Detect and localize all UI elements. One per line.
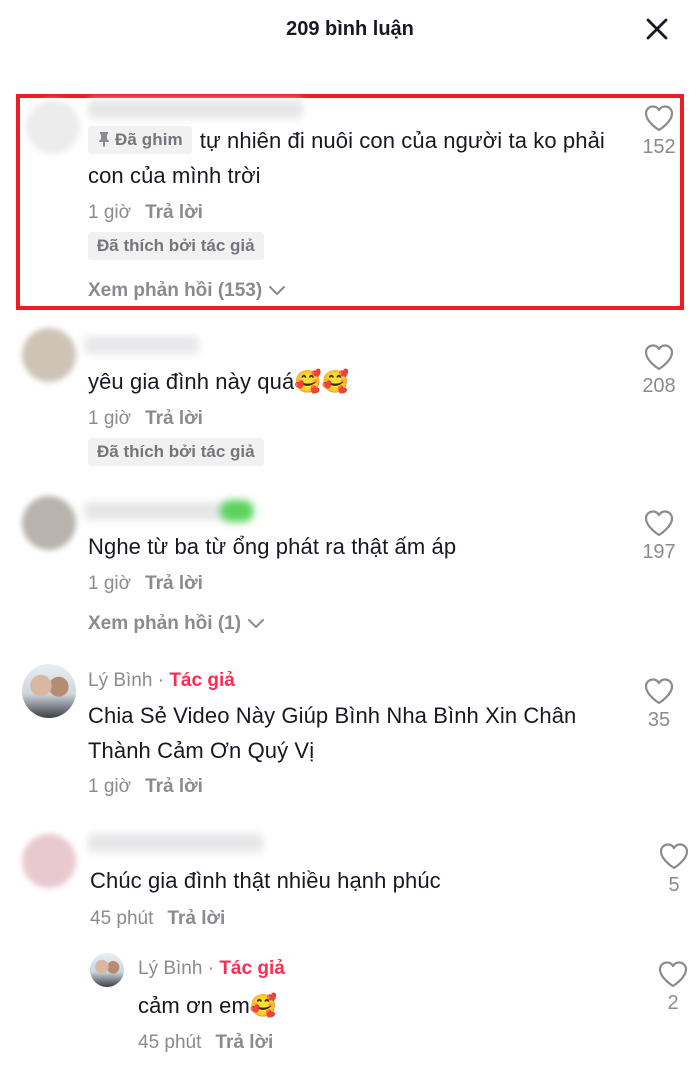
like-button[interactable]: 197 <box>635 509 683 564</box>
username-blurred[interactable] <box>88 834 263 852</box>
comment-time: 1 giờ <box>88 408 132 429</box>
like-button[interactable]: 2 <box>649 960 697 1015</box>
reply-button[interactable]: Trả lời <box>215 1032 273 1053</box>
heart-outline-icon <box>644 510 674 537</box>
comment-item: Lý Bình · Tác giả Chia Sẻ Video Này Giúp… <box>0 662 700 812</box>
comment-item: Nghe từ ba từ ổng phát ra thật ấm áp 1 g… <box>0 494 700 644</box>
heart-outline-icon <box>659 843 689 870</box>
like-count: 152 <box>642 136 676 158</box>
comment-meta: 1 giờ Trả lời <box>88 776 203 798</box>
heart-outline-icon <box>644 344 674 371</box>
like-button[interactable]: 5 <box>650 842 698 897</box>
heart-outline-icon <box>658 961 688 988</box>
avatar[interactable] <box>22 496 76 550</box>
comment-item: Chúc gia đình thật nhiều hạnh phúc 45 ph… <box>0 828 700 938</box>
comment-item: yêu gia đình này quá🥰🥰 1 giờ Trả lời Đã t… <box>0 326 700 471</box>
comment-text: Chúc gia đình thật nhiều hạnh phúc <box>90 868 441 893</box>
reply-button[interactable]: Trả lời <box>145 408 203 429</box>
comment-text: Chia Sẻ Video Này Giúp Bình Nha Bình Xin… <box>88 703 577 763</box>
reply-button[interactable]: Trả lời <box>145 202 203 223</box>
comment-count-title: 209 bình luận <box>286 18 414 40</box>
comment-time: 1 giờ <box>88 202 132 223</box>
pinned-badge: Đã ghim <box>88 126 192 154</box>
view-replies-button[interactable]: Xem phản hồi (1) <box>88 613 265 635</box>
close-icon <box>646 18 668 40</box>
avatar[interactable] <box>26 100 80 154</box>
username-blurred[interactable] <box>84 502 229 520</box>
chevron-down-icon <box>248 618 265 628</box>
author-username[interactable]: Lý Bình · Tác giả <box>138 958 285 980</box>
reply-button[interactable]: Trả lời <box>145 573 203 594</box>
heart-outline-icon <box>644 105 674 132</box>
reply-time: 45 phút <box>138 1032 202 1053</box>
username-blurred[interactable] <box>88 100 303 118</box>
avatar[interactable] <box>22 328 76 382</box>
reply-meta: 45 phút Trả lời <box>138 1032 273 1054</box>
author-username[interactable]: Lý Bình · Tác giả <box>88 670 235 692</box>
comment-time: 1 giờ <box>88 776 132 797</box>
chevron-down-icon <box>269 285 286 295</box>
view-replies-button[interactable]: Xem phản hồi (153) <box>88 280 286 302</box>
comment-meta: 1 giờ Trả lời <box>88 202 203 224</box>
reply-button[interactable]: Trả lời <box>167 908 225 929</box>
like-count: 5 <box>668 874 680 896</box>
avatar[interactable] <box>22 834 76 888</box>
like-button[interactable]: 152 <box>635 104 683 159</box>
like-button[interactable]: 35 <box>635 677 683 732</box>
comment-text: Nghe từ ba từ ổng phát ra thật ấm áp <box>88 534 457 559</box>
author-avatar[interactable] <box>90 953 124 987</box>
reply-item: Lý Bình · Tác giả cảm ơn em🥰 45 phút Trả … <box>0 950 700 1060</box>
comment-meta: 45 phút Trả lời <box>90 908 225 930</box>
liked-by-author-badge: Đã thích bởi tác giả <box>88 232 264 260</box>
reply-text: cảm ơn em🥰 <box>138 993 278 1018</box>
comment-meta: 1 giờ Trả lời <box>88 408 203 430</box>
comment-text: yêu gia đình này quá🥰🥰 <box>88 369 350 394</box>
username-blurred[interactable] <box>84 336 199 354</box>
comment-item: Đã ghim tự nhiên đi nuôi con của người ta… <box>0 96 700 310</box>
author-tag-badge: Tác giả <box>219 958 285 979</box>
comment-time: 1 giờ <box>88 573 132 594</box>
author-tag-badge: Tác giả <box>169 670 235 691</box>
heart-outline-icon <box>644 678 674 705</box>
liked-by-author-badge: Đã thích bởi tác giả <box>88 438 264 466</box>
like-count: 35 <box>647 709 671 731</box>
close-button[interactable] <box>644 16 670 42</box>
like-count: 2 <box>667 992 679 1014</box>
reply-button[interactable]: Trả lời <box>145 776 203 797</box>
author-avatar[interactable] <box>22 664 76 718</box>
like-button[interactable]: 208 <box>635 343 683 398</box>
pin-icon <box>99 132 109 147</box>
comment-meta: 1 giờ Trả lời <box>88 573 203 595</box>
comment-text: Đã ghim tự nhiên đi nuôi con của người ta… <box>88 126 605 188</box>
like-count: 208 <box>642 375 676 397</box>
username-blurred-badge <box>220 500 254 522</box>
comments-header: 209 bình luận <box>0 0 700 60</box>
comment-time: 45 phút <box>90 908 154 929</box>
like-count: 197 <box>642 541 676 563</box>
